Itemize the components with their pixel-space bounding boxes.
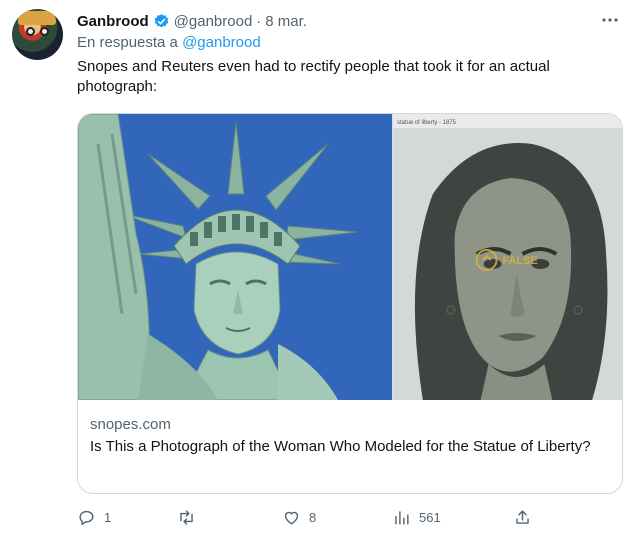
avatar[interactable]	[12, 9, 63, 60]
like-count: 8	[309, 510, 317, 525]
avatar-eye-right	[40, 27, 49, 36]
statue-of-liberty-image	[78, 114, 392, 400]
views-count: 561	[419, 510, 441, 525]
more-dots	[602, 18, 618, 22]
views-button[interactable]: 561	[392, 508, 441, 527]
reply-context: En respuesta a @ganbrood	[77, 34, 261, 51]
like-icon	[284, 511, 299, 525]
author-name[interactable]: Ganbrood	[77, 13, 149, 30]
card-title[interactable]: Is This a Photograph of the Woman Who Mo…	[90, 437, 610, 457]
views-icon	[395, 511, 409, 525]
tweet-text: Snopes and Reuters even had to rectify p…	[77, 58, 550, 95]
retweet-icon	[180, 510, 193, 525]
card-media[interactable]: statue of liberty - 1875 FALSE	[78, 114, 622, 400]
reply-prefix: En respuesta a	[77, 34, 178, 51]
avatar-hat	[18, 11, 56, 25]
ai-portrait-image: statue of liberty - 1875 FALSE	[392, 114, 622, 400]
image-caption: statue of liberty - 1875	[397, 120, 457, 126]
false-watermark: FALSE	[503, 255, 538, 267]
reply-mention-link[interactable]: @ganbrood	[182, 34, 261, 51]
link-card[interactable]: statue of liberty - 1875 FALSE snopes.co…	[77, 113, 623, 494]
avatar-eye-left	[26, 27, 35, 36]
tweet-header: Ganbrood @ganbrood · 8 mar.	[77, 11, 307, 31]
verified-badge-icon	[154, 13, 168, 27]
share-button[interactable]	[513, 508, 532, 527]
author-handle[interactable]: @ganbrood	[174, 13, 253, 30]
action-bar: 1 8 561	[77, 508, 557, 530]
more-icon[interactable]	[598, 10, 622, 30]
tweet-date[interactable]: 8 mar.	[265, 13, 307, 30]
separator: ·	[256, 12, 262, 30]
card-domain[interactable]: snopes.com	[90, 416, 171, 433]
share-icon	[516, 510, 529, 524]
reply-button[interactable]: 1	[77, 508, 111, 527]
tweet[interactable]: Ganbrood @ganbrood · 8 mar. En respuesta…	[0, 0, 640, 542]
retweet-button[interactable]	[177, 508, 204, 527]
like-button[interactable]: 8	[282, 508, 316, 527]
reply-count: 1	[104, 510, 112, 525]
reply-icon	[79, 510, 94, 525]
